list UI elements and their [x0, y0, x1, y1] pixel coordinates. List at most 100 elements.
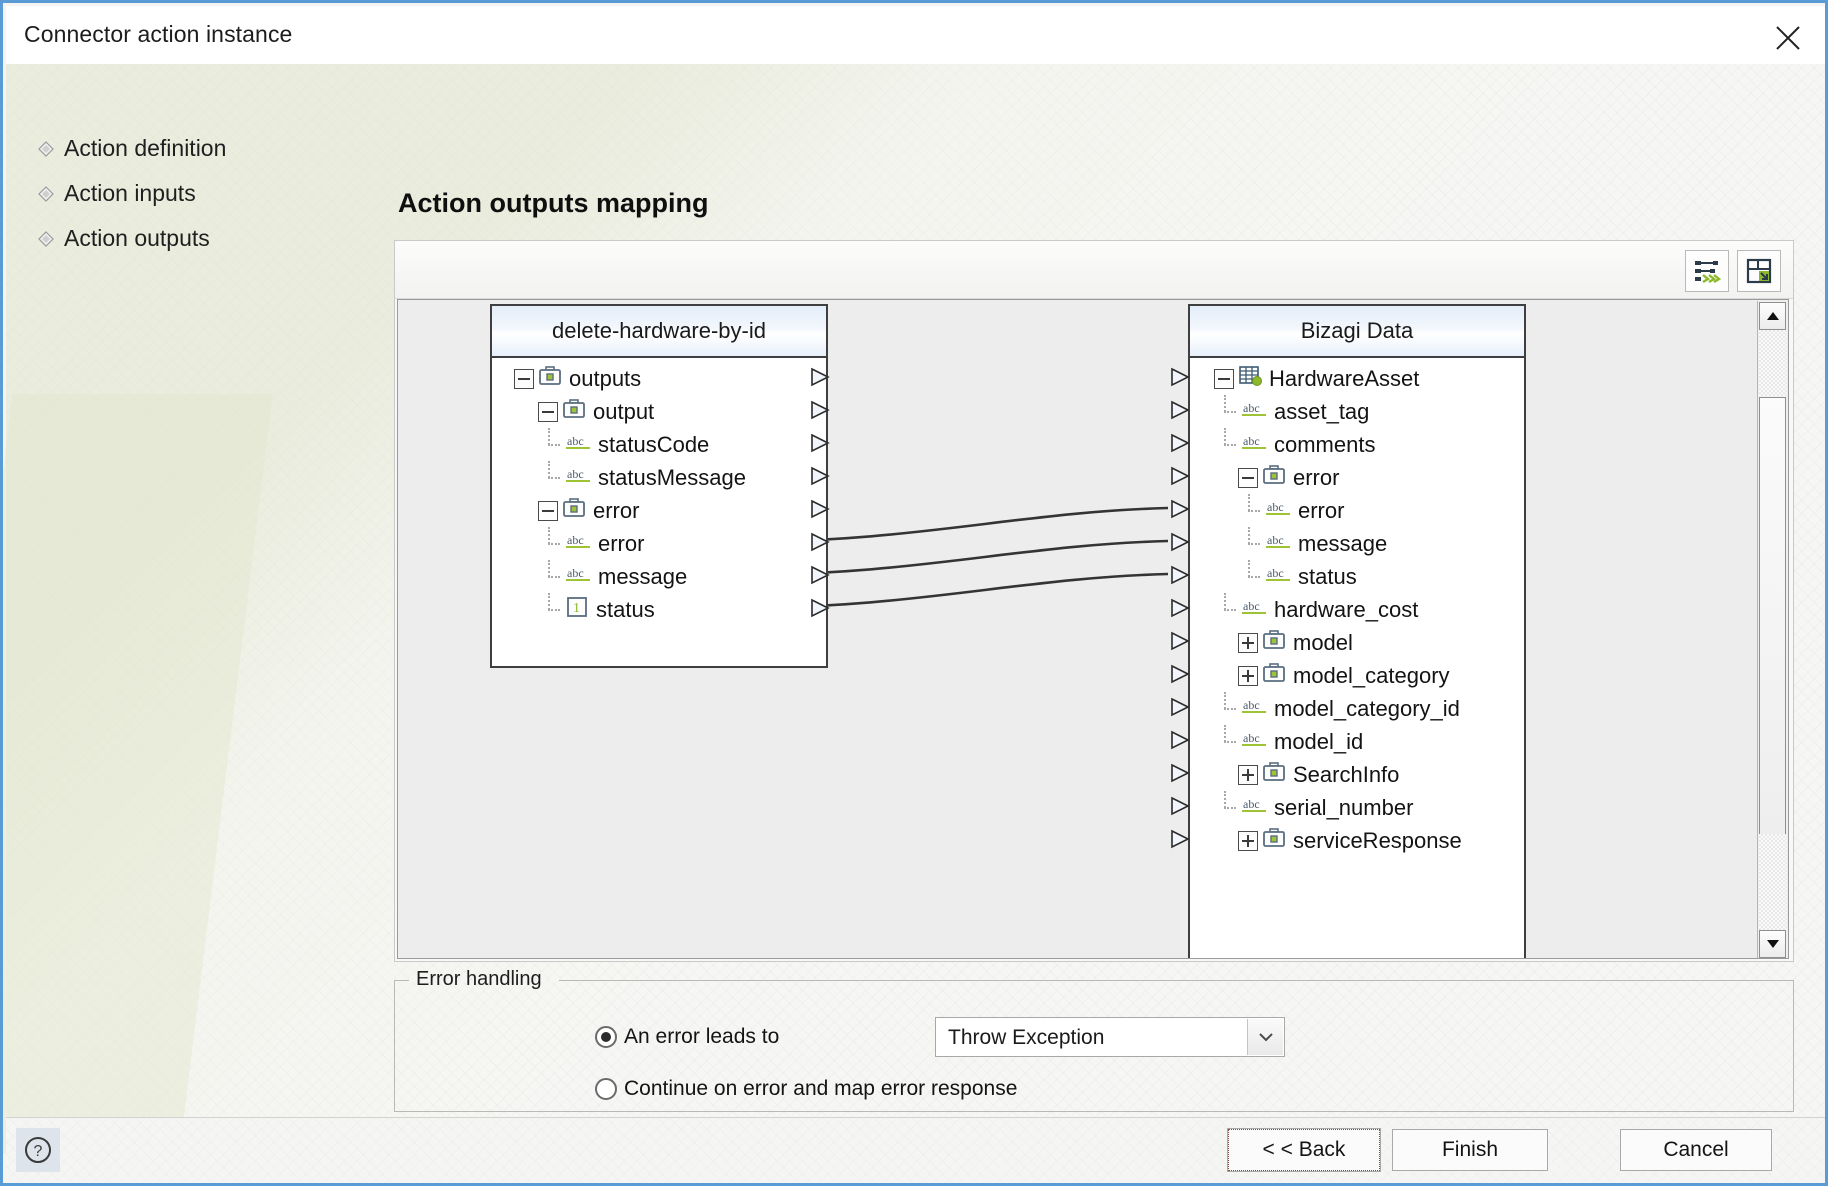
- tree-row[interactable]: abc comments: [1190, 427, 1524, 461]
- svg-text:abc: abc: [1243, 698, 1260, 712]
- source-port[interactable]: [810, 400, 830, 420]
- string-type-icon: abc: [1241, 795, 1267, 821]
- tree-row[interactable]: serviceResponse: [1190, 824, 1524, 857]
- source-port-mapped[interactable]: [810, 565, 830, 585]
- complex-type-icon: [1262, 464, 1286, 492]
- source-port[interactable]: [810, 499, 830, 519]
- target-port[interactable]: [1170, 367, 1190, 387]
- save-mapping-icon[interactable]: [1737, 250, 1781, 292]
- tree-row[interactable]: abc model_id: [1190, 724, 1524, 758]
- collapse-toggle-icon[interactable]: [538, 500, 558, 521]
- tree-row[interactable]: abc message: [492, 559, 826, 593]
- help-icon[interactable]: ?: [16, 1128, 60, 1172]
- tree-connector: [1218, 394, 1240, 424]
- tree-row[interactable]: HardwareAsset: [1190, 362, 1524, 395]
- tree-connector: [542, 427, 564, 457]
- scrollbar-track-lower[interactable]: [1759, 834, 1786, 930]
- finish-button[interactable]: Finish: [1392, 1129, 1548, 1171]
- tree-row[interactable]: abc statusCode: [492, 427, 826, 461]
- error-action-select[interactable]: Throw Exception: [935, 1017, 1285, 1057]
- source-port[interactable]: [810, 466, 830, 486]
- back-button[interactable]: < < Back: [1227, 1128, 1381, 1172]
- target-port[interactable]: [1170, 400, 1190, 420]
- tree-row[interactable]: SearchInfo: [1190, 758, 1524, 791]
- source-port-mapped[interactable]: [810, 532, 830, 552]
- background-decoration: [3, 394, 273, 1154]
- tree-row[interactable]: 1 status: [492, 592, 826, 626]
- mapping-canvas[interactable]: delete-hardware-by-id outputs output abc…: [397, 299, 1789, 959]
- target-port[interactable]: [1170, 598, 1190, 618]
- svg-text:abc: abc: [567, 566, 584, 580]
- connector-action-instance-dialog: Connector action instance Action definit…: [0, 0, 1828, 1186]
- tree-node-label: comments: [1274, 431, 1376, 457]
- tree-row[interactable]: abc statusMessage: [492, 460, 826, 494]
- target-port-mapped[interactable]: [1170, 565, 1190, 585]
- tree-row[interactable]: output: [492, 395, 826, 428]
- error-handling-group: Error handling An error leads to Continu…: [394, 968, 1794, 1112]
- target-port[interactable]: [1170, 664, 1190, 684]
- scroll-up-icon[interactable]: [1759, 302, 1786, 330]
- tree-row[interactable]: error: [492, 494, 826, 527]
- target-port[interactable]: [1170, 697, 1190, 717]
- tree-row[interactable]: model_category: [1190, 659, 1524, 692]
- tree-node-label: HardwareAsset: [1269, 365, 1420, 391]
- target-port-mapped[interactable]: [1170, 532, 1190, 552]
- target-port[interactable]: [1170, 829, 1190, 849]
- tree-node-label: statusMessage: [598, 464, 746, 490]
- tree-row[interactable]: abc serial_number: [1190, 790, 1524, 824]
- error-handling-title: Error handling: [416, 968, 542, 990]
- sidebar-item-action-definition[interactable]: Action definition: [38, 126, 338, 171]
- expand-toggle-icon[interactable]: [1238, 764, 1258, 785]
- radio-continue-on-error[interactable]: Continue on error and map error response: [595, 1077, 1017, 1101]
- source-port[interactable]: [810, 433, 830, 453]
- radio-button-icon[interactable]: [595, 1078, 617, 1100]
- tree-node-label: serviceResponse: [1293, 827, 1462, 853]
- sidebar-item-label: Action outputs: [64, 225, 210, 251]
- target-port[interactable]: [1170, 763, 1190, 783]
- tree-row[interactable]: abc hardware_cost: [1190, 592, 1524, 626]
- target-port[interactable]: [1170, 730, 1190, 750]
- expand-toggle-icon[interactable]: [1238, 665, 1258, 686]
- collapse-toggle-icon[interactable]: [514, 368, 534, 389]
- collapse-toggle-icon[interactable]: [1238, 467, 1258, 488]
- source-port-mapped[interactable]: [810, 598, 830, 618]
- auto-map-icon[interactable]: [1685, 250, 1729, 292]
- sidebar-item-action-outputs[interactable]: Action outputs: [38, 216, 338, 261]
- scrollbar-track-upper[interactable]: [1759, 330, 1786, 396]
- target-port-mapped[interactable]: [1170, 499, 1190, 519]
- tree-row[interactable]: abc asset_tag: [1190, 394, 1524, 428]
- tree-node-label: message: [1298, 530, 1388, 556]
- tree-connector: [1218, 592, 1240, 622]
- sidebar-item-action-inputs[interactable]: Action inputs: [38, 171, 338, 216]
- scroll-down-icon[interactable]: [1759, 930, 1786, 958]
- collapse-toggle-icon[interactable]: [538, 401, 558, 422]
- radio-button-icon[interactable]: [595, 1026, 617, 1048]
- tree-row[interactable]: outputs: [492, 362, 826, 395]
- tree-row[interactable]: error: [1190, 461, 1524, 494]
- string-type-icon: abc: [1241, 696, 1267, 722]
- tree-row[interactable]: abc error: [1190, 493, 1524, 527]
- expand-toggle-icon[interactable]: [1238, 830, 1258, 851]
- collapse-toggle-icon[interactable]: [1214, 368, 1234, 389]
- cancel-button[interactable]: Cancel: [1620, 1129, 1772, 1171]
- target-tree-body: HardwareAsset abc asset_tag abc comments…: [1190, 358, 1524, 857]
- target-port[interactable]: [1170, 433, 1190, 453]
- tree-row[interactable]: abc error: [492, 526, 826, 560]
- target-port[interactable]: [1170, 466, 1190, 486]
- tree-row[interactable]: abc status: [1190, 559, 1524, 593]
- scrollbar-thumb[interactable]: [1759, 397, 1786, 835]
- radio-an-error-leads-to[interactable]: An error leads to: [595, 1025, 779, 1049]
- tree-node-label: error: [593, 497, 640, 523]
- close-icon[interactable]: [1764, 14, 1812, 58]
- tree-row[interactable]: abc model_category_id: [1190, 691, 1524, 725]
- tree-row[interactable]: abc message: [1190, 526, 1524, 560]
- sidebar-item-label: Action inputs: [64, 180, 196, 206]
- page-title: Action outputs mapping: [398, 188, 709, 218]
- target-port[interactable]: [1170, 631, 1190, 651]
- target-port[interactable]: [1170, 796, 1190, 816]
- canvas-scrollbar[interactable]: [1757, 301, 1787, 958]
- expand-toggle-icon[interactable]: [1238, 632, 1258, 653]
- tree-row[interactable]: model: [1190, 626, 1524, 659]
- source-port[interactable]: [810, 367, 830, 387]
- chevron-down-icon[interactable]: [1247, 1019, 1283, 1055]
